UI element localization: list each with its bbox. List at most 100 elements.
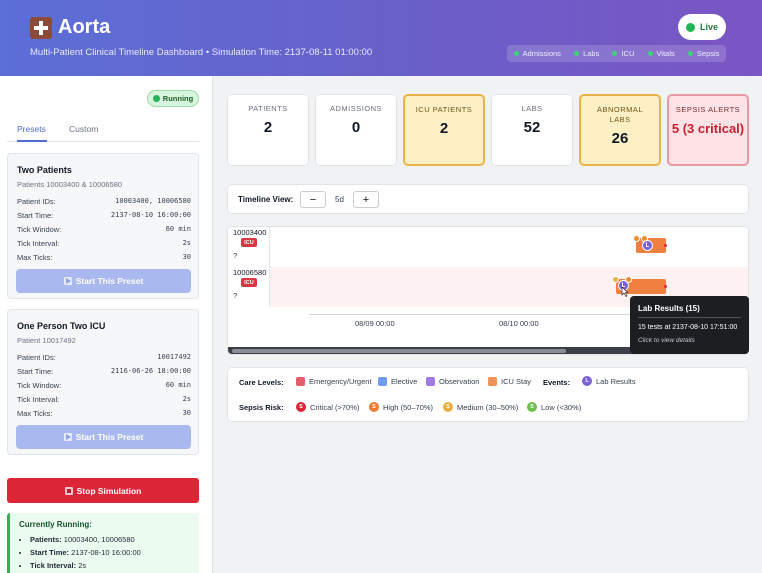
- time-tick: 08/09 00:00: [355, 319, 395, 328]
- stat-icu-patients: ICU PATIENTS 2: [403, 94, 485, 166]
- sepsis-critical-icon: S: [296, 402, 306, 412]
- swatch-icon: [296, 377, 305, 386]
- currently-running-panel: Currently Running: Patients: 10003400, 1…: [7, 513, 199, 573]
- scrollbar-thumb[interactable]: [232, 349, 566, 353]
- lab-event-marker[interactable]: L: [642, 240, 653, 251]
- preset-field: Tick Interval: 2s: [17, 239, 191, 248]
- sepsis-marker[interactable]: [633, 235, 640, 242]
- status-dot-icon: [574, 51, 580, 56]
- tab-custom[interactable]: Custom: [69, 124, 103, 142]
- preset-card-one-person-two-icu: One Person Two ICU Patient 10017492 Pati…: [7, 309, 199, 455]
- tooltip-divider: [638, 317, 741, 318]
- stat-patients: PATIENTS 2: [227, 94, 309, 166]
- stream-icu: ICU: [612, 49, 634, 58]
- zoom-out-button[interactable]: −: [300, 191, 326, 208]
- currently-running-title: Currently Running:: [19, 520, 92, 529]
- app-header: Aorta Multi-Patient Clinical Timeline Da…: [0, 0, 762, 76]
- status-badge: Running: [147, 90, 199, 107]
- hospital-icon: [30, 16, 52, 39]
- event-dot: [664, 285, 667, 288]
- app-title-text: Aorta: [58, 16, 111, 38]
- app-title: Aorta: [30, 16, 110, 39]
- list-item: Tick Interval: 2s: [30, 561, 141, 573]
- time-tick: 08/10 00:00: [499, 319, 539, 328]
- legend-item-medium: S Medium (30–50%): [443, 402, 518, 412]
- preset-title: Two Patients: [17, 165, 72, 175]
- patient-id-label: 10006580: [233, 268, 267, 277]
- legend-item-observation: Observation: [426, 377, 479, 386]
- tooltip-detail: 15 tests at 2137-08-10 17:51:00: [638, 324, 738, 331]
- lab-results-tooltip: Lab Results (15) 15 tests at 2137-08-10 …: [630, 296, 749, 354]
- care-levels-title: Care Levels:: [239, 378, 284, 387]
- preset-field: Patient IDs: 10017492: [17, 353, 191, 362]
- status-dot-icon: [647, 51, 653, 56]
- lab-event-icon: L: [582, 376, 592, 386]
- patient-id-label: 10003400: [233, 228, 267, 237]
- preset-field: Patient IDs: 10003400, 10006580: [17, 197, 191, 206]
- unknown-marker: ?: [233, 291, 238, 300]
- sepsis-risk-title: Sepsis Risk:: [239, 403, 284, 412]
- tooltip-hint: Click to view details: [638, 337, 695, 344]
- list-item: Start Time: 2137-08-10 16:00:00: [30, 548, 141, 561]
- events-title: Events:: [543, 378, 571, 387]
- preset-field: Start Time: 2116-06-26 18:00:00: [17, 367, 191, 376]
- stream-admissions: Admissions: [513, 49, 561, 58]
- sepsis-high-icon: S: [369, 402, 379, 412]
- legend-item-critical: S Critical (>70%): [296, 402, 359, 412]
- preset-card-two-patients: Two Patients Patients 10003400 & 1000658…: [7, 153, 199, 299]
- status-dot-icon: [687, 51, 693, 56]
- stat-abnormal-labs: ABNORMAL LABS 26: [579, 94, 661, 166]
- event-dot: [664, 244, 667, 247]
- preset-field: Tick Window: 60 min: [17, 381, 191, 390]
- preset-field: Max Ticks: 30: [17, 253, 191, 262]
- live-label: Live: [699, 22, 718, 32]
- preset-field: Max Ticks: 30: [17, 409, 191, 418]
- icu-tag: ICU: [241, 278, 257, 287]
- play-icon: [63, 433, 72, 441]
- legend-item-elective: Elective: [378, 377, 417, 386]
- icu-tag: ICU: [241, 238, 257, 247]
- stop-simulation-button[interactable]: Stop Simulation: [7, 478, 199, 503]
- stat-admissions: ADMISSIONS 0: [315, 94, 397, 166]
- mouse-cursor-icon: [621, 287, 629, 297]
- tab-presets[interactable]: Presets: [17, 124, 47, 142]
- sepsis-low-icon: S: [527, 402, 537, 412]
- swatch-icon: [378, 377, 387, 386]
- lane-divider: [269, 227, 270, 307]
- preset-field: Start Time: 2137-08-10 16:00:00: [17, 211, 191, 220]
- live-dot-icon: [685, 22, 695, 32]
- start-preset-button[interactable]: Start This Preset: [16, 269, 191, 293]
- stat-labs: LABS 52: [491, 94, 573, 166]
- legend-item-low: S Low (<30%): [527, 402, 581, 412]
- stat-sepsis-alerts: SEPSIS ALERTS 5 (3 critical): [667, 94, 749, 166]
- preset-title: One Person Two ICU: [17, 321, 106, 331]
- live-indicator[interactable]: Live: [678, 14, 726, 40]
- sidebar: Running Presets Custom Two Patients Pati…: [0, 76, 213, 573]
- app-subtitle: Multi-Patient Clinical Timeline Dashboar…: [30, 47, 373, 58]
- stream-labs: Labs: [574, 49, 599, 58]
- preset-field: Tick Interval: 2s: [17, 395, 191, 404]
- zoom-in-button[interactable]: +: [353, 191, 379, 208]
- timeline-view-label: Timeline View:: [238, 195, 294, 204]
- unknown-marker: ?: [233, 251, 238, 260]
- stream-sepsis: Sepsis: [687, 49, 719, 58]
- zoom-level: 5d: [335, 195, 344, 204]
- timeline-controls: Timeline View: − 5d +: [227, 184, 749, 214]
- preset-field: Tick Window: 60 min: [17, 225, 191, 234]
- start-preset-button[interactable]: Start This Preset: [16, 425, 191, 449]
- list-item: Patients: 10003400, 10006580: [30, 535, 141, 548]
- stream-vitals: Vitals: [647, 49, 675, 58]
- timeline-legend: Care Levels: Emergency/Urgent Elective O…: [227, 367, 749, 422]
- status-dot-icon: [513, 51, 519, 56]
- tooltip-title: Lab Results (15): [638, 304, 700, 313]
- legend-item-lab-results: L Lab Results: [582, 376, 636, 386]
- legend-item-emergency: Emergency/Urgent: [296, 377, 372, 386]
- legend-item-icu-stay: ICU Stay: [488, 377, 531, 386]
- stop-icon: [64, 486, 73, 495]
- currently-running-list: Patients: 10003400, 10006580 Start Time:…: [30, 535, 141, 573]
- sepsis-medium-icon: S: [443, 402, 453, 412]
- stream-status-strip: Admissions Labs ICU Vitals Sepsis: [507, 45, 726, 62]
- legend-item-high: S High (50–70%): [369, 402, 433, 412]
- running-dot-icon: [152, 95, 160, 102]
- swatch-icon: [488, 377, 497, 386]
